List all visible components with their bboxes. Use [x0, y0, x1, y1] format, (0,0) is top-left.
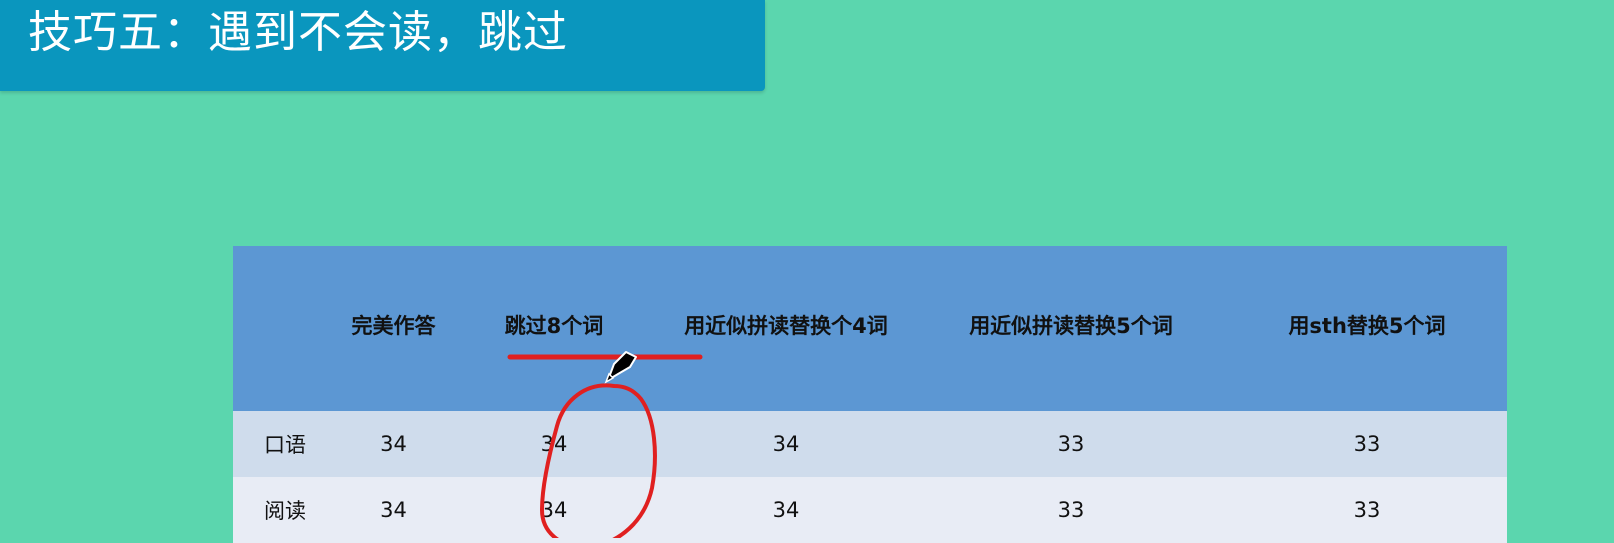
- table-cell: 34: [657, 477, 915, 543]
- row-label: 口语: [233, 411, 336, 477]
- table-cell: 34: [451, 477, 657, 543]
- header-cell-skip: 跳过8个词: [451, 246, 657, 411]
- table-row: 口语 34 34 34 33 33: [233, 411, 1507, 477]
- table-cell: 34: [336, 477, 451, 543]
- table-cell: 34: [451, 411, 657, 477]
- slide-title: 技巧五：遇到不会读，跳过: [28, 7, 568, 58]
- table-row: 阅读 34 34 34 33 33: [233, 477, 1507, 543]
- title-banner: 技巧五：遇到不会读，跳过: [0, 0, 765, 91]
- header-cell-approx-4: 用近似拼读替换个4词: [657, 246, 915, 411]
- header-cell-sth-5: 用sth替换5个词: [1227, 246, 1507, 411]
- header-cell-perfect: 完美作答: [336, 246, 451, 411]
- score-table: 完美作答 跳过8个词 用近似拼读替换个4词 用近似拼读替换5个词 用sth替换5…: [233, 246, 1507, 543]
- table-cell: 33: [1227, 411, 1507, 477]
- table-cell: 33: [1227, 477, 1507, 543]
- header-cell-empty: [233, 246, 336, 411]
- table-cell: 34: [657, 411, 915, 477]
- table-cell: 33: [915, 477, 1227, 543]
- table-cell: 33: [915, 411, 1227, 477]
- header-cell-approx-5: 用近似拼读替换5个词: [915, 246, 1227, 411]
- table-cell: 34: [336, 411, 451, 477]
- row-label: 阅读: [233, 477, 336, 543]
- table-header-row: 完美作答 跳过8个词 用近似拼读替换个4词 用近似拼读替换5个词 用sth替换5…: [233, 246, 1507, 411]
